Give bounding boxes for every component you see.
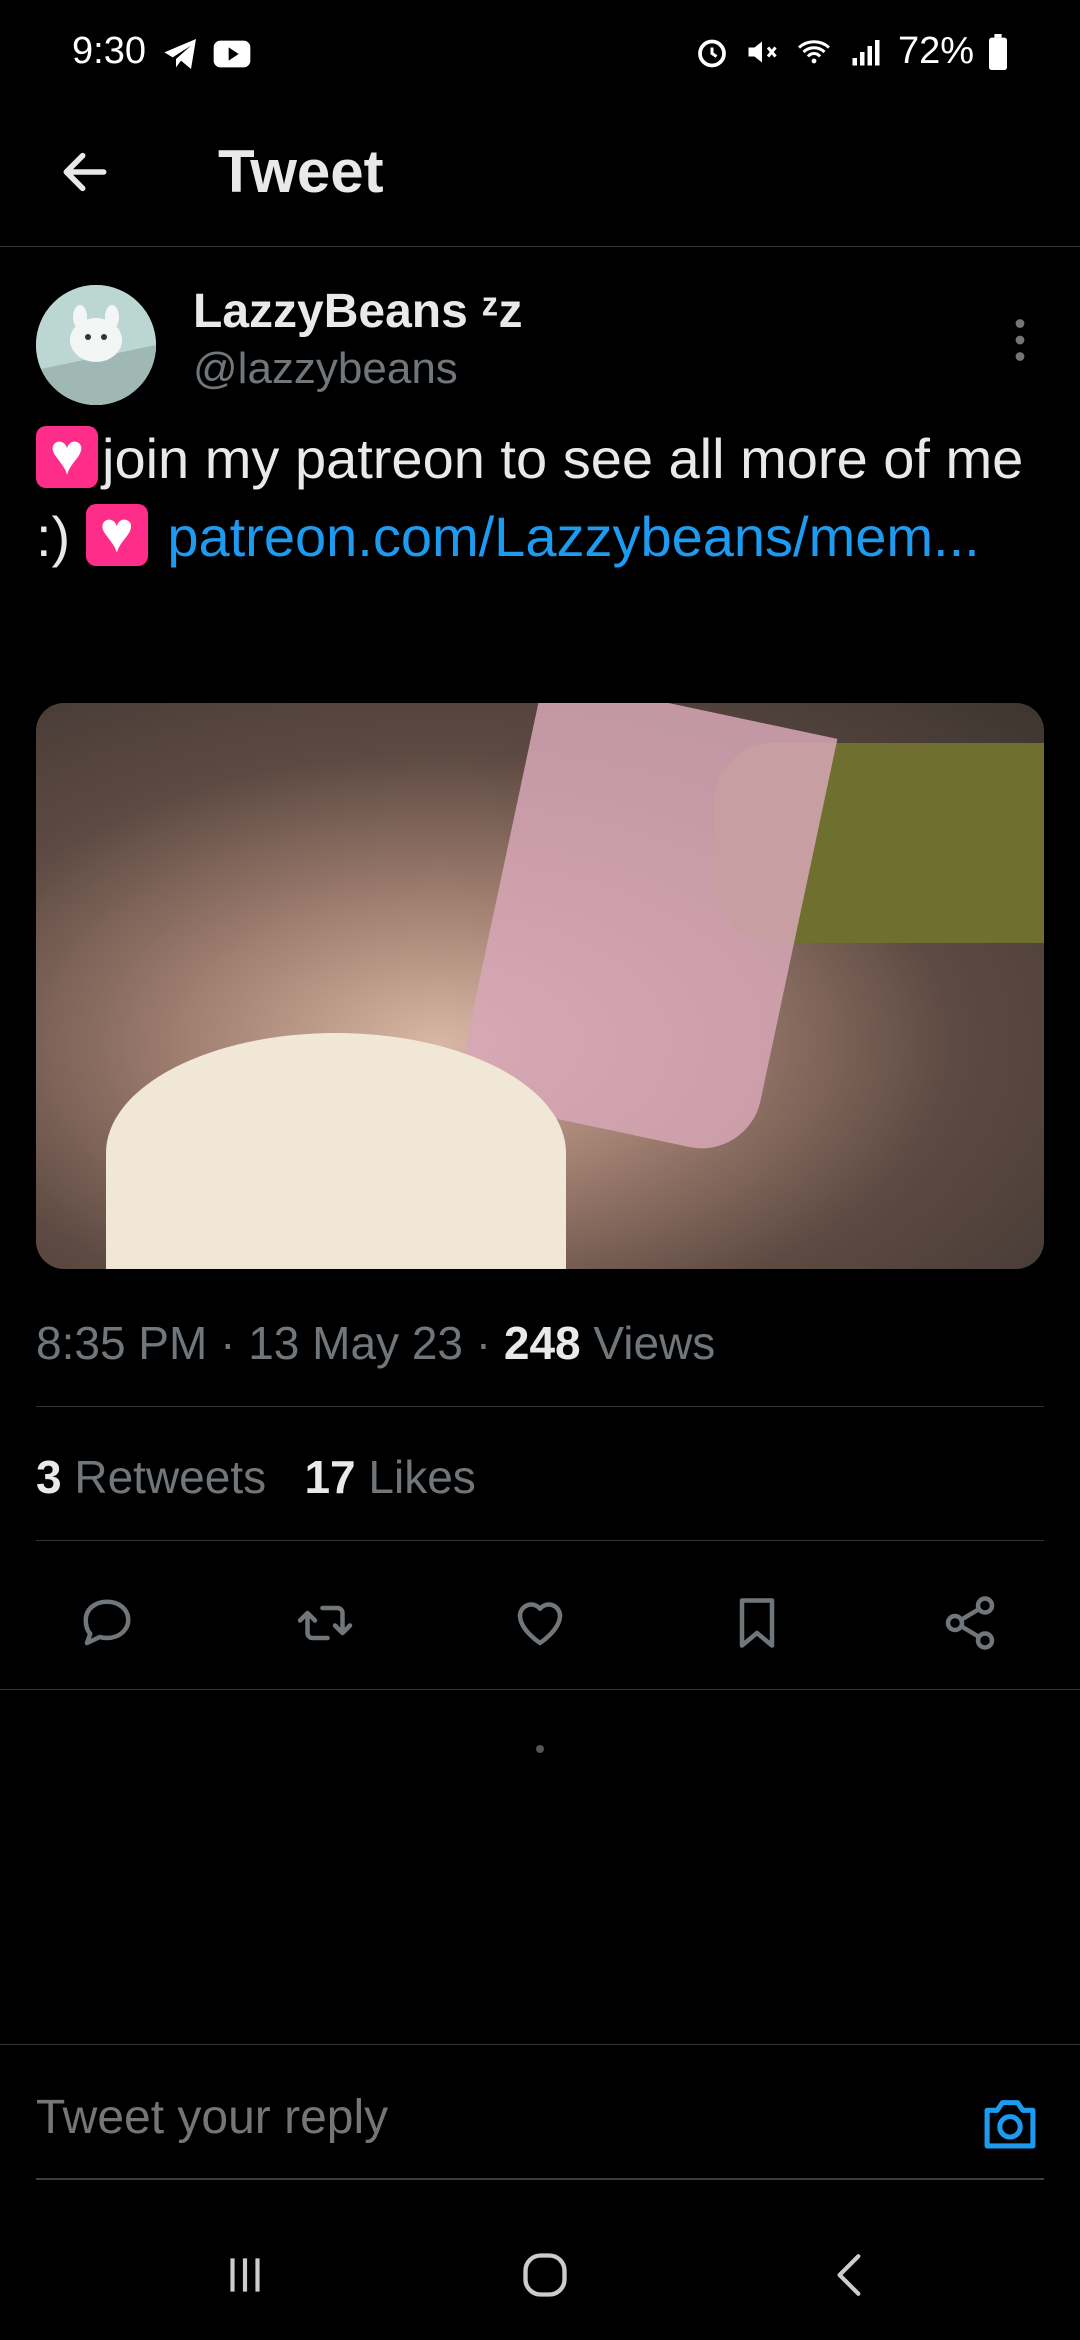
recent-apps-button[interactable] <box>205 2240 285 2310</box>
heart-emoji-icon <box>85 502 148 566</box>
system-back-button[interactable] <box>810 2240 890 2310</box>
avatar-image <box>36 285 156 405</box>
battery-icon <box>989 33 1007 70</box>
retweet-button[interactable] <box>290 1588 360 1658</box>
retweets-label[interactable]: Retweets <box>74 1451 266 1503</box>
likes-count[interactable]: 17 <box>304 1451 355 1503</box>
reply-underline <box>36 2178 1044 2180</box>
telegram-icon <box>164 39 196 69</box>
app-header: Tweet <box>0 105 1080 247</box>
loading-indicator <box>536 1745 544 1753</box>
home-icon <box>523 2253 567 2297</box>
mute-icon <box>748 41 777 62</box>
camera-icon <box>984 2100 1036 2149</box>
signal-icon <box>852 39 880 65</box>
likes-label[interactable]: Likes <box>368 1451 475 1503</box>
tweet-time: 8:35 PM <box>36 1317 208 1369</box>
home-button[interactable] <box>505 2240 585 2310</box>
retweet-icon <box>297 1605 353 1641</box>
wifi-icon <box>797 39 830 63</box>
more-options-button[interactable] <box>1000 310 1040 370</box>
tweet-date: 13 May 23 <box>248 1317 463 1369</box>
battery-percent: 72% <box>897 30 974 72</box>
tweet-meta: 8:35 PM · 13 May 23 · 248 Views <box>36 1316 715 1370</box>
page-title: Tweet <box>218 138 384 205</box>
meta-separator: · <box>220 1317 236 1369</box>
share-button[interactable] <box>935 1588 1005 1658</box>
views-label[interactable]: Views <box>593 1317 715 1369</box>
tweet-link[interactable]: patreon.com/Lazzybeans/mem... <box>167 505 979 568</box>
camera-button[interactable] <box>975 2088 1045 2158</box>
tweet-photo[interactable] <box>36 703 1044 1269</box>
recent-apps-icon <box>230 2258 260 2292</box>
retweets-count[interactable]: 3 <box>36 1451 62 1503</box>
reply-icon <box>83 1599 131 1646</box>
youtube-icon <box>213 40 251 68</box>
divider <box>36 1540 1044 1541</box>
reply-input[interactable] <box>36 2090 936 2145</box>
views-count[interactable]: 248 <box>504 1317 581 1369</box>
status-bar: 9:30 72% <box>0 0 1080 105</box>
divider <box>36 1406 1044 1407</box>
like-button[interactable] <box>505 1588 575 1658</box>
tweet-stats: 3 Retweets 17 Likes <box>36 1450 476 1504</box>
back-arrow-icon <box>63 152 107 192</box>
author-handle[interactable]: @lazzybeans <box>193 344 458 394</box>
status-notification-icons <box>160 34 254 74</box>
meta-separator: · <box>475 1317 492 1369</box>
reply-button[interactable] <box>72 1588 142 1658</box>
heart-icon <box>517 1602 563 1646</box>
tweet-text: join my patreon to see all more of me :)… <box>36 420 1046 576</box>
alarm-icon <box>698 39 726 67</box>
share-icon <box>945 1596 995 1650</box>
photo-detail <box>106 1033 566 1269</box>
bookmark-icon <box>739 1598 775 1648</box>
bookmark-button[interactable] <box>722 1588 792 1658</box>
author-name[interactable]: LazzyBeans ᶻz <box>193 284 522 339</box>
system-nav-bar <box>0 2200 1080 2340</box>
heart-emoji-icon <box>36 424 98 488</box>
avatar[interactable] <box>36 285 156 405</box>
back-button[interactable] <box>50 137 120 207</box>
tweet-actions <box>0 1560 1080 1690</box>
chevron-left-icon <box>837 2254 861 2296</box>
status-system-icons: 72% <box>694 30 1008 73</box>
reply-bar <box>0 2044 1080 2180</box>
status-time: 9:30 <box>72 30 146 72</box>
more-vertical-icon <box>1015 319 1025 361</box>
